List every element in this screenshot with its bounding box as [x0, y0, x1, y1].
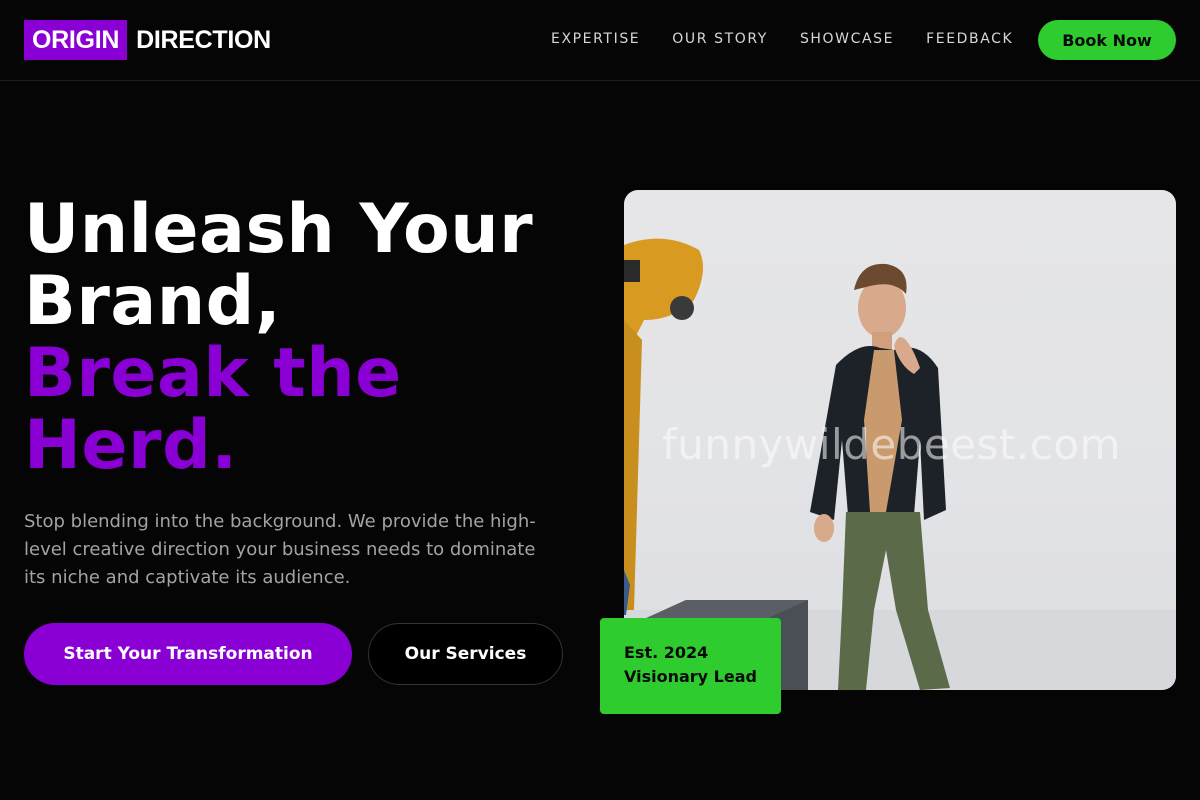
start-transformation-button[interactable]: Start Your Transformation	[24, 623, 352, 685]
nav-link-expertise[interactable]: EXPERTISE	[551, 30, 640, 48]
logo-wordmark: DIRECTION	[136, 25, 271, 54]
headline-line: Brand,	[24, 262, 282, 341]
book-now-button[interactable]: Book Now	[1038, 20, 1176, 60]
hero-photo: funnywildebeest.com	[624, 190, 1176, 690]
main-nav: EXPERTISE OUR STORY SHOWCASE FEEDBACK	[551, 30, 1013, 48]
nav-link-feedback[interactable]: FEEDBACK	[926, 30, 1013, 48]
headline-accent-line: Herd.	[24, 406, 238, 485]
photo-watermark: funnywildebeest.com	[662, 420, 1121, 469]
hero-subtext: Stop blending into the background. We pr…	[24, 511, 536, 588]
established-badge: Est. 2024 Visionary Lead	[600, 618, 781, 714]
site-header: ORIGIN DIRECTION EXPERTISE OUR STORY SHO…	[0, 0, 1200, 81]
badge-year: Est. 2024	[624, 643, 709, 662]
nav-link-our-story[interactable]: OUR STORY	[672, 30, 768, 48]
nav-link-showcase[interactable]: SHOWCASE	[800, 30, 894, 48]
badge-tagline: Visionary Lead	[624, 667, 757, 686]
our-services-button[interactable]: Our Services	[368, 623, 563, 685]
headline-accent-line: Break the	[24, 334, 402, 413]
logo-mark: ORIGIN	[24, 20, 128, 60]
hero-headline: Unleash Your Brand, Break the Herd.	[24, 194, 533, 482]
headline-line: Unleash Your	[24, 190, 534, 269]
logo[interactable]: ORIGIN DIRECTION	[24, 20, 271, 60]
